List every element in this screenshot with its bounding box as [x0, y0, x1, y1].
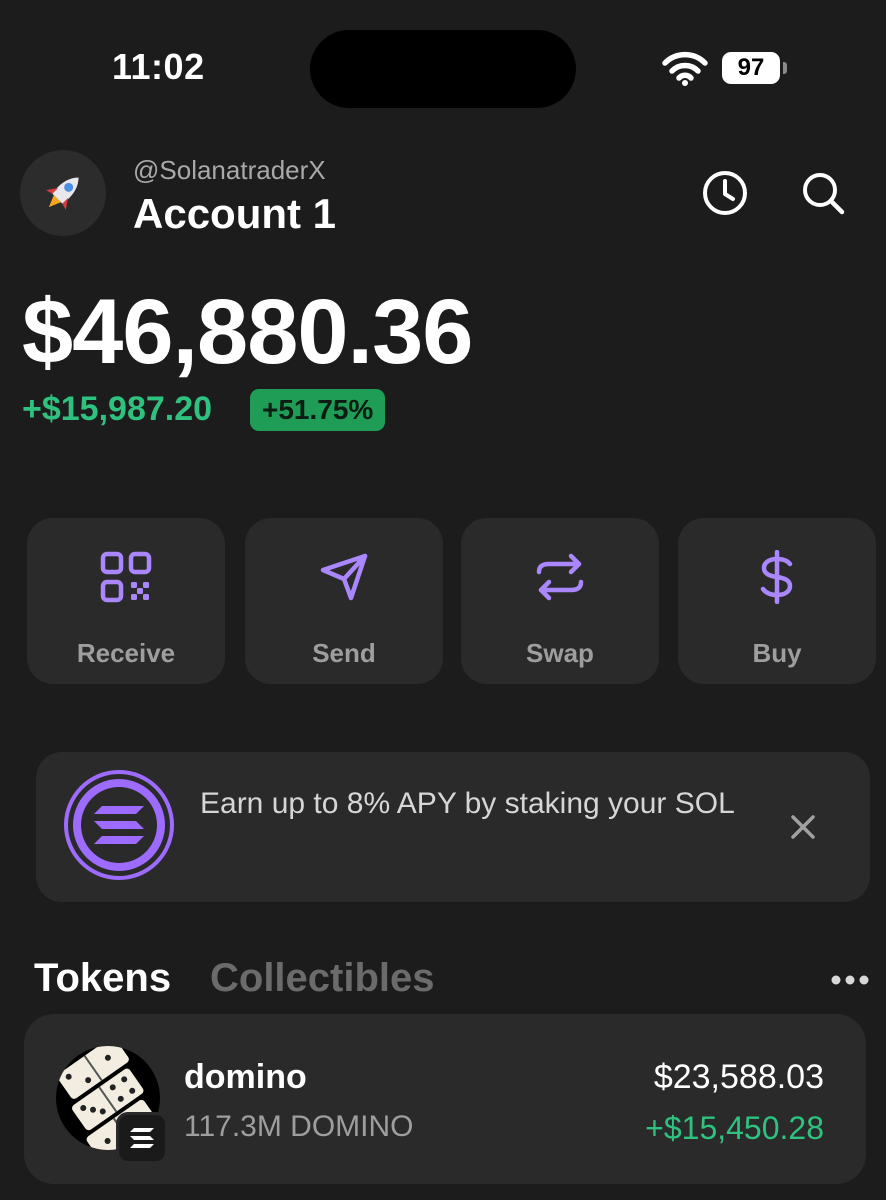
balance-change-percent-badge: +51.75%	[250, 389, 386, 431]
token-change: +$15,450.28	[645, 1110, 824, 1146]
tab-tokens[interactable]: Tokens	[34, 956, 171, 1001]
buy-label: Buy	[752, 638, 802, 668]
wallet-screen: 11:02 97 @SolanatraderX Account 1 $46,88…	[0, 0, 886, 1200]
swap-icon	[536, 553, 584, 601]
staking-banner[interactable]: Earn up to 8% APY by staking your SOL	[36, 752, 870, 902]
staking-banner-text: Earn up to 8% APY by staking your SOL	[200, 787, 735, 820]
swap-label: Swap	[526, 638, 594, 668]
token-balance: 117.3M DOMINO	[184, 1110, 414, 1143]
receive-button[interactable]: Receive	[27, 518, 225, 684]
close-icon[interactable]	[788, 812, 818, 842]
buy-button[interactable]: Buy	[678, 518, 876, 684]
dynamic-island	[310, 30, 576, 108]
avatar[interactable]	[20, 150, 106, 236]
token-name: domino	[184, 1058, 307, 1096]
solana-icon	[94, 806, 144, 844]
account-handle: @SolanatraderX	[133, 155, 326, 185]
wifi-icon	[662, 51, 708, 86]
battery-tip	[783, 62, 787, 74]
more-options-icon[interactable]	[830, 974, 870, 986]
solana-icon	[130, 1128, 154, 1148]
send-label: Send	[312, 638, 376, 668]
solana-chain-badge	[116, 1112, 168, 1164]
balance-change-amount: +$15,987.20	[22, 390, 213, 428]
dollar-icon	[760, 550, 793, 604]
qr-code-icon	[100, 551, 152, 603]
search-icon[interactable]	[798, 168, 848, 218]
history-icon[interactable]	[700, 168, 750, 218]
receive-label: Receive	[76, 638, 176, 668]
tab-collectibles[interactable]: Collectibles	[210, 956, 435, 1001]
rocket-icon	[46, 177, 79, 210]
solana-badge	[68, 774, 170, 876]
status-time: 11:02	[112, 46, 205, 87]
send-icon	[320, 553, 368, 601]
token-value: $23,588.03	[653, 1058, 824, 1096]
swap-button[interactable]: Swap	[461, 518, 659, 684]
battery-indicator: 97	[722, 52, 780, 84]
send-button[interactable]: Send	[245, 518, 443, 684]
account-name[interactable]: Account 1	[133, 190, 336, 238]
token-row[interactable]: domino 117.3M DOMINO $23,588.03 +$15,450…	[24, 1014, 866, 1184]
total-balance: $46,880.36	[22, 281, 473, 383]
